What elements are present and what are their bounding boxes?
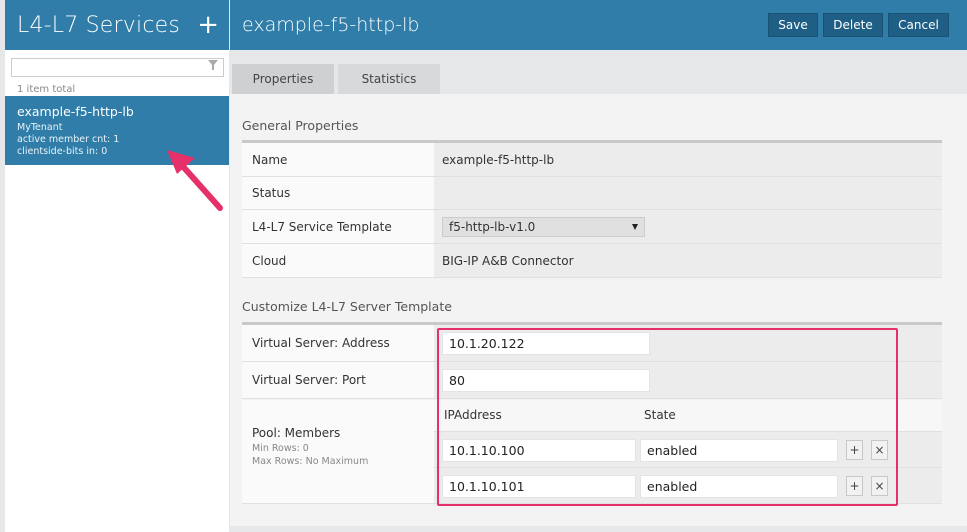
add-service-button[interactable]: +: [197, 12, 219, 38]
filter-input[interactable]: [11, 58, 224, 77]
delete-button[interactable]: Delete: [823, 13, 883, 37]
add-row-button[interactable]: +: [846, 476, 863, 496]
cloud-value: BIG-IP A&B Connector: [434, 244, 942, 277]
pool-members-label: Pool: Members: [252, 426, 341, 440]
tab-properties[interactable]: Properties: [232, 64, 334, 94]
tab-statistics[interactable]: Statistics: [338, 64, 440, 94]
general-section-title: General Properties: [242, 118, 359, 133]
sidebar-title: L4-L7 Services: [17, 12, 181, 38]
customize-section-title: Customize L4-L7 Server Template: [242, 299, 452, 314]
pool-max-rows: Max Rows: No Maximum: [252, 456, 369, 467]
vs-address-label: Virtual Server: Address: [242, 325, 434, 361]
vs-address-row: Virtual Server: Address: [242, 325, 942, 362]
name-label: Name: [242, 143, 434, 176]
tab-bar: Properties Statistics: [232, 64, 444, 94]
cloud-label: Cloud: [242, 244, 434, 277]
cancel-button[interactable]: Cancel: [888, 13, 949, 37]
pool-min-rows: Min Rows: 0: [252, 443, 309, 454]
list-item-name: example-f5-http-lb: [17, 104, 134, 119]
list-item-tenant: MyTenant: [17, 122, 63, 133]
sidebar: L4-L7 Services + 1 item total example-f5…: [5, 0, 229, 532]
item-count: 1 item total: [17, 84, 76, 95]
vs-port-row: Virtual Server: Port: [242, 362, 942, 399]
remove-row-button[interactable]: ×: [871, 440, 888, 460]
name-value: example-f5-http-lb: [434, 143, 942, 176]
vs-port-cell: [434, 362, 942, 398]
properties-panel: General Properties Name example-f5-http-…: [230, 94, 967, 526]
col-state-header: State: [644, 408, 676, 422]
vs-address-input[interactable]: [442, 331, 650, 355]
filter-icon[interactable]: [208, 60, 218, 70]
remove-row-button[interactable]: ×: [871, 476, 888, 496]
cloud-row: Cloud BIG-IP A&B Connector: [242, 244, 942, 278]
name-row: Name example-f5-http-lb: [242, 143, 942, 177]
status-row: Status: [242, 177, 942, 210]
vs-address-cell: [434, 325, 942, 361]
status-value: [434, 177, 942, 209]
chevron-down-icon: [632, 223, 638, 230]
member-state-input[interactable]: [640, 439, 838, 462]
template-select-value: f5-http-lb-v1.0: [449, 219, 536, 234]
template-label: L4-L7 Service Template: [242, 210, 434, 243]
pool-members-label-cell: Pool: Members Min Rows: 0 Max Rows: No M…: [242, 400, 434, 504]
table-row: + ×: [434, 432, 942, 468]
col-ipaddress-header: IPAddress: [444, 408, 502, 422]
status-label: Status: [242, 177, 434, 209]
save-button[interactable]: Save: [768, 13, 818, 37]
member-state-input[interactable]: [640, 475, 838, 498]
member-ip-input[interactable]: [442, 475, 636, 498]
page-title: example-f5-http-lb: [242, 14, 420, 36]
template-select[interactable]: f5-http-lb-v1.0: [442, 216, 645, 237]
add-row-button[interactable]: +: [846, 440, 863, 460]
vs-port-label: Virtual Server: Port: [242, 362, 434, 398]
list-item-active-members: active member cnt: 1: [17, 134, 120, 145]
annotation-arrow-icon: [167, 150, 223, 211]
main-header: example-f5-http-lb Save Delete Cancel: [230, 0, 967, 50]
pool-header-row: IPAddress State: [434, 400, 942, 432]
template-row: L4-L7 Service Template f5-http-lb-v1.0: [242, 210, 942, 244]
table-row: + ×: [434, 468, 942, 504]
vs-port-input[interactable]: [442, 368, 650, 392]
template-value-cell: f5-http-lb-v1.0: [434, 210, 942, 243]
filter-box: [11, 56, 224, 77]
sidebar-header: L4-L7 Services +: [5, 0, 229, 50]
member-ip-input[interactable]: [442, 439, 636, 462]
